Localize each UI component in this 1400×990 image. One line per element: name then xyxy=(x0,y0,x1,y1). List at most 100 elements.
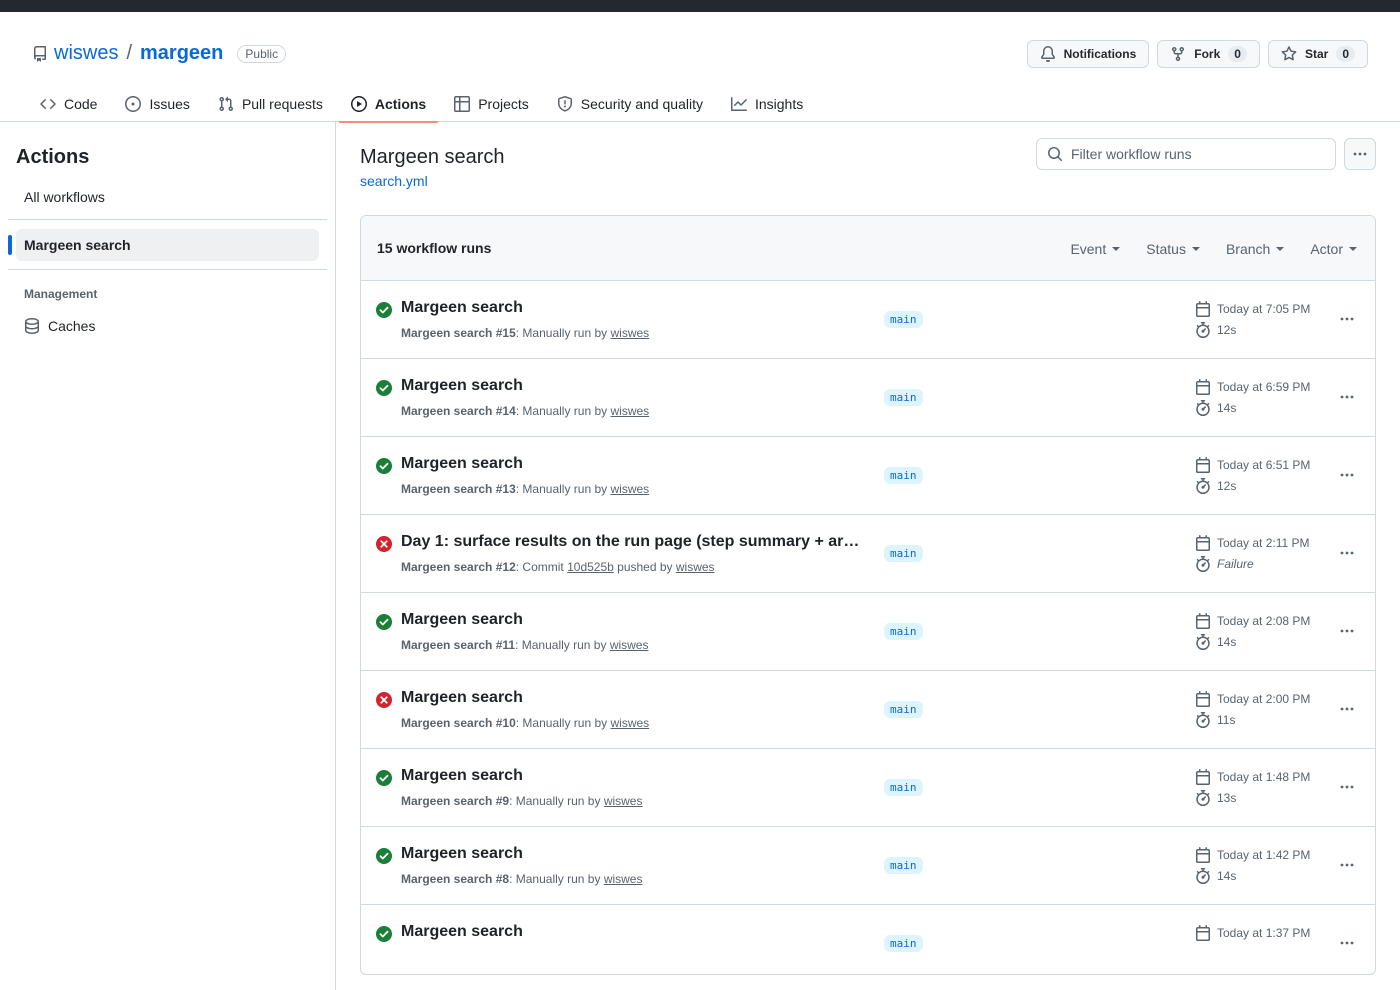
workflow-run-row[interactable]: Margeen search Margeen search #11: Manual… xyxy=(361,593,1375,671)
workflow-run-row[interactable]: Margeen search Margeen search #15: Manual… xyxy=(361,281,1375,359)
run-actor-link[interactable]: wiswes xyxy=(610,482,649,496)
run-menu-button[interactable] xyxy=(1337,543,1357,563)
run-menu-button[interactable] xyxy=(1337,777,1357,797)
sidebar-item-margeen-search[interactable]: Margeen search xyxy=(8,229,319,261)
run-duration: 12s xyxy=(1195,322,1236,338)
run-title-link[interactable]: Margeen search xyxy=(401,455,523,473)
run-meta: Margeen search #8: Manually run by wiswe… xyxy=(401,872,642,886)
x-circle-icon xyxy=(376,692,392,708)
run-actor-link[interactable]: wiswes xyxy=(610,716,649,730)
run-actor-link[interactable]: wiswes xyxy=(610,638,649,652)
branch-label[interactable]: main xyxy=(884,935,923,952)
workflow-run-row[interactable]: Margeen search Margeen search #9: Manuall… xyxy=(361,749,1375,827)
branch-label[interactable]: main xyxy=(884,311,923,328)
calendar-icon xyxy=(1196,379,1210,395)
branch-label[interactable]: main xyxy=(884,857,923,874)
tab-pull-requests[interactable]: Pull requests xyxy=(206,86,335,122)
repo-owner-link[interactable]: wiswes xyxy=(54,42,118,65)
run-meta: Margeen search #10: Manually run by wisw… xyxy=(401,716,649,730)
caret-down-icon xyxy=(1112,246,1121,251)
tab-security[interactable]: Security and quality xyxy=(545,86,715,122)
branch-label[interactable]: main xyxy=(884,779,923,796)
workflow-run-row[interactable]: Margeen search Margeen search #8: Manuall… xyxy=(361,827,1375,905)
run-menu-button[interactable] xyxy=(1337,933,1357,953)
branch-label[interactable]: main xyxy=(884,623,923,640)
notifications-button[interactable]: Notifications xyxy=(1026,40,1150,68)
sidebar-item-all-workflows[interactable]: All workflows xyxy=(16,181,319,213)
run-title-link[interactable]: Margeen search xyxy=(401,689,523,707)
star-button[interactable]: Star 0 xyxy=(1267,40,1368,68)
commit-link[interactable]: 10d525b xyxy=(567,560,614,574)
check-circle-icon xyxy=(376,458,392,474)
status-filter[interactable]: Status xyxy=(1146,241,1200,257)
run-actor-link[interactable]: wiswes xyxy=(610,326,649,340)
run-meta: Margeen search #14: Manually run by wisw… xyxy=(401,404,649,418)
actor-filter[interactable]: Actor xyxy=(1310,241,1357,257)
run-title-link[interactable]: Margeen search xyxy=(401,611,523,629)
run-date: Today at 7:05 PM xyxy=(1195,301,1310,317)
workflow-run-row[interactable]: Margeen search Margeen search #14: Manual… xyxy=(361,359,1375,437)
filter-runs-input[interactable]: Filter workflow runs xyxy=(1036,138,1336,170)
branch-label[interactable]: main xyxy=(884,701,923,718)
run-duration-value: 12s xyxy=(1217,479,1237,493)
event-filter-label: Event xyxy=(1070,240,1107,257)
branch-label[interactable]: main xyxy=(884,389,923,406)
run-menu-button[interactable] xyxy=(1337,387,1357,407)
branch-label[interactable]: main xyxy=(884,467,923,484)
sidebar-item-caches[interactable]: Caches xyxy=(24,318,95,334)
run-date-value: Today at 6:59 PM xyxy=(1217,380,1311,394)
run-menu-button[interactable] xyxy=(1337,621,1357,641)
run-duration-value: 14s xyxy=(1217,401,1237,415)
run-title-link[interactable]: Margeen search xyxy=(401,377,523,395)
repo-tabs: Code Issues Pull requests Actions Projec… xyxy=(28,86,815,123)
run-menu-button[interactable] xyxy=(1337,465,1357,485)
tab-code[interactable]: Code xyxy=(28,86,109,122)
workflow-file-link[interactable]: search.yml xyxy=(360,173,428,189)
tab-insights[interactable]: Insights xyxy=(719,86,815,122)
fork-count: 0 xyxy=(1228,46,1247,62)
run-date: Today at 1:48 PM xyxy=(1195,769,1310,785)
tab-issues[interactable]: Issues xyxy=(113,86,201,122)
workflow-title: Margeen search xyxy=(360,146,505,168)
event-filter[interactable]: Event xyxy=(1070,240,1121,257)
run-menu-button[interactable] xyxy=(1337,699,1357,719)
tab-actions[interactable]: Actions xyxy=(338,86,439,123)
run-trigger: : Manually run by xyxy=(509,794,604,808)
workflow-run-row[interactable]: Margeen search main Today at 1:37 PM xyxy=(361,905,1375,974)
run-actor-link[interactable]: wiswes xyxy=(604,872,643,886)
run-menu-button[interactable] xyxy=(1337,309,1357,329)
x-circle-icon xyxy=(376,536,392,552)
run-duration: 14s xyxy=(1195,400,1236,416)
run-trigger: : Manually run by xyxy=(515,326,611,340)
run-actor-link[interactable]: wiswes xyxy=(610,404,649,418)
run-actor-link[interactable]: wiswes xyxy=(676,560,715,574)
run-title-link[interactable]: Margeen search xyxy=(401,845,523,863)
run-title-link[interactable]: Day 1: surface results on the run page (… xyxy=(401,533,861,551)
workflow-run-row[interactable]: Margeen search Margeen search #13: Manual… xyxy=(361,437,1375,515)
workflow-menu-button[interactable] xyxy=(1344,138,1376,170)
calendar-icon xyxy=(1196,847,1210,863)
run-title-link[interactable]: Margeen search xyxy=(401,299,523,317)
branch-label[interactable]: main xyxy=(884,545,923,562)
run-actor-link[interactable]: wiswes xyxy=(604,794,643,808)
run-duration: 11s xyxy=(1195,712,1235,728)
run-title-link[interactable]: Margeen search xyxy=(401,767,523,785)
repo-header: wiswes / margeen Public Notifications Fo… xyxy=(0,12,1400,123)
run-date: Today at 6:59 PM xyxy=(1195,379,1310,395)
workflow-run-row[interactable]: Day 1: surface results on the run page (… xyxy=(361,515,1375,593)
run-trigger-after: pushed by xyxy=(613,560,676,574)
run-title-link[interactable]: Margeen search xyxy=(401,923,523,941)
check-circle-icon xyxy=(376,380,392,396)
stopwatch-icon xyxy=(1196,790,1210,806)
workflow-run-row[interactable]: Margeen search Margeen search #10: Manual… xyxy=(361,671,1375,749)
run-date-value: Today at 2:00 PM xyxy=(1217,692,1311,706)
run-date-value: Today at 1:37 PM xyxy=(1217,926,1311,940)
branch-filter[interactable]: Branch xyxy=(1226,241,1285,257)
tab-projects[interactable]: Projects xyxy=(442,86,541,122)
fork-button[interactable]: Fork 0 xyxy=(1157,40,1260,68)
repo-name-link[interactable]: margeen xyxy=(140,42,223,65)
run-workflow-name: Margeen search xyxy=(401,326,493,340)
sidebar-divider xyxy=(8,269,327,270)
run-menu-button[interactable] xyxy=(1337,855,1357,875)
star-count: 0 xyxy=(1336,46,1355,62)
